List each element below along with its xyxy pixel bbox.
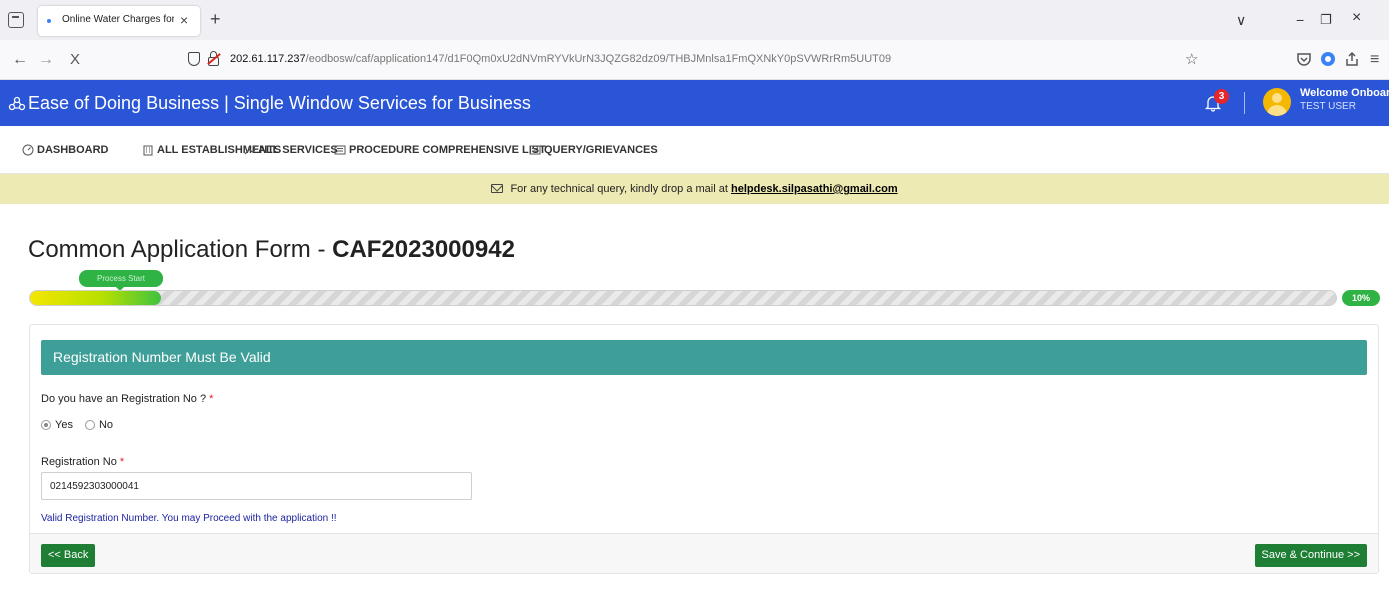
registration-no-label: Registration No * (41, 456, 125, 468)
list-icon (529, 145, 541, 155)
menu-item-label: ALL SERVICES (258, 144, 338, 156)
new-tab-button[interactable]: + (210, 8, 221, 30)
menu-item-label: QUERY/GRIEVANCES (544, 144, 658, 156)
page-title-prefix: Common Application Form - (28, 236, 333, 263)
bookmark-star-icon[interactable]: ☆ (1185, 50, 1198, 68)
tab-list-icon[interactable] (8, 12, 24, 28)
menu-item-all-services[interactable]: ALL SERVICES (243, 144, 338, 156)
validation-message: Valid Registration Number. You may Proce… (41, 513, 337, 524)
back-icon[interactable]: ← (12, 50, 28, 70)
support-notice-bar: For any technical query, kindly drop a m… (0, 174, 1389, 204)
account-icon[interactable] (1320, 51, 1336, 67)
welcome-text[interactable]: Welcome Onboard (1300, 87, 1389, 99)
required-mark: * (119, 456, 125, 468)
window-close-icon[interactable]: × (1352, 10, 1361, 26)
minimize-icon[interactable]: − (1296, 12, 1304, 28)
registration-radio-group: Yes No (41, 419, 113, 431)
radio-no[interactable] (84, 420, 95, 430)
notice-text: For any technical query, kindly drop a m… (510, 183, 728, 195)
user-name[interactable]: TEST USER (1300, 101, 1356, 112)
menu-item-procedure-list[interactable]: PROCEDURE COMPREHENSIVE LIST (334, 144, 546, 156)
building-icon (143, 145, 153, 156)
stop-icon[interactable]: X (70, 50, 80, 70)
mail-icon (491, 184, 504, 193)
app-title[interactable]: Ease of Doing Business | Single Window S… (28, 93, 531, 114)
registration-question-label: Do you have an Registration No ? * (41, 393, 214, 405)
menu-item-dashboard[interactable]: DASHBOARD (22, 144, 109, 156)
gauge-icon (22, 144, 34, 156)
tab-close-icon[interactable]: × (180, 12, 188, 28)
app-header: Ease of Doing Business | Single Window S… (0, 80, 1389, 126)
main-menu: DASHBOARD ALL ESTABLISHMENTS ALL SERVICE… (0, 126, 1389, 174)
registration-card: Registration Number Must Be Valid Do you… (29, 324, 1379, 574)
header-divider (1244, 92, 1245, 114)
share-icon[interactable] (1344, 51, 1360, 67)
wrench-icon (244, 145, 255, 155)
insecure-lock-icon[interactable] (207, 51, 221, 67)
progress-bar-fill (30, 291, 161, 305)
section-title: Registration Number Must Be Valid (41, 340, 1367, 375)
radio-no-label[interactable]: No (99, 419, 113, 431)
menu-item-label: PROCEDURE COMPREHENSIVE LIST (349, 144, 546, 156)
card-footer: << Back Save & Continue >> (30, 533, 1378, 573)
restore-icon[interactable]: ❐ (1320, 12, 1332, 28)
caf-number: CAF2023000942 (332, 236, 515, 263)
progress-bar (29, 290, 1337, 306)
list-all-tabs-icon[interactable]: ∨ (1236, 12, 1246, 28)
notification-count-badge[interactable]: 3 (1214, 89, 1229, 104)
menu-item-label: DASHBOARD (37, 144, 109, 156)
radio-yes[interactable] (41, 420, 51, 430)
progress-percent-badge: 10% (1342, 290, 1380, 306)
people-network-icon (8, 96, 26, 111)
browser-tab[interactable]: Online Water Charges for Wate × (38, 6, 200, 36)
back-button[interactable]: << Back (41, 544, 96, 567)
user-avatar[interactable] (1263, 88, 1291, 116)
list-icon (334, 145, 346, 155)
tracking-shield-icon[interactable] (188, 52, 200, 66)
save-continue-button[interactable]: Save & Continue >> (1254, 544, 1367, 567)
favicon-icon (47, 19, 51, 23)
required-mark: * (209, 393, 214, 405)
registration-no-input[interactable] (41, 472, 472, 500)
address-bar[interactable]: 202.61.117.237/eodbosw/caf/application14… (180, 48, 1210, 72)
helpdesk-email-link[interactable]: helpdesk.silpasathi@gmail.com (731, 183, 898, 195)
forward-icon[interactable]: → (38, 50, 54, 70)
tab-title: Online Water Charges for Wate (62, 14, 174, 25)
menu-item-query-grievances[interactable]: QUERY/GRIEVANCES (529, 144, 658, 156)
radio-yes-label[interactable]: Yes (55, 419, 73, 431)
browser-navigation-bar: ← → X 202.61.117.237/eodbosw/caf/applica… (0, 40, 1389, 80)
progress-tooltip: Process Start (79, 270, 163, 291)
browser-tab-bar: Online Water Charges for Wate × + ∨ − ❐ … (0, 0, 1389, 40)
menu-icon[interactable]: ≡ (1370, 50, 1379, 70)
url-text[interactable]: 202.61.117.237/eodbosw/caf/application14… (230, 53, 891, 65)
page-title: Common Application Form - CAF2023000942 (28, 236, 515, 264)
pocket-icon[interactable] (1296, 51, 1312, 67)
